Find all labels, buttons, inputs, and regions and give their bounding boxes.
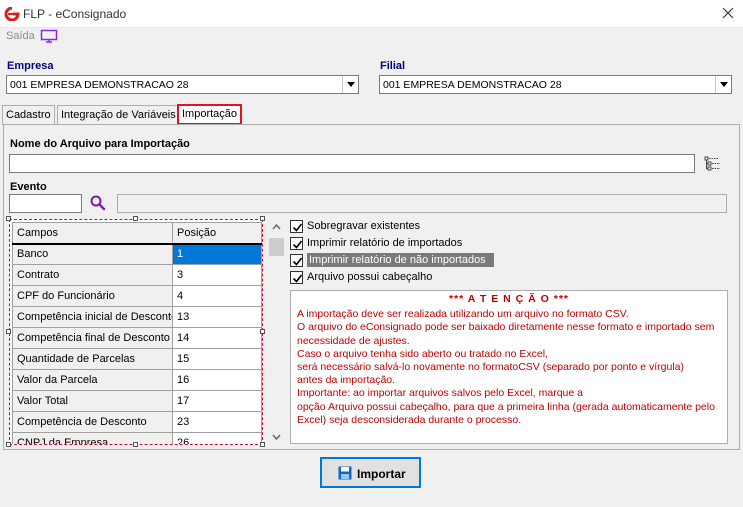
resize-handle[interactable] (6, 329, 11, 334)
window-title: FLP - eConsignado (23, 7, 127, 21)
posicao-cell[interactable]: 3 (172, 264, 262, 286)
campo-cell: Competência inicial de Desconto (12, 306, 173, 328)
posicao-cell[interactable]: 1 (172, 243, 262, 265)
resize-handle[interactable] (133, 216, 138, 221)
campo-cell: Banco (12, 243, 173, 265)
checkbox[interactable] (290, 254, 303, 267)
filial-select[interactable]: 001 EMPRESA DEMONSTRACAO 28 (379, 75, 732, 94)
importar-button[interactable]: Importar (320, 457, 421, 488)
grid-scrollbar[interactable] (268, 219, 285, 445)
app-logo-icon (4, 6, 20, 22)
scrollbar-thumb[interactable] (269, 238, 284, 256)
resize-handle[interactable] (260, 442, 265, 447)
campo-cell: Contrato (12, 264, 173, 286)
resize-handle[interactable] (6, 216, 11, 221)
file-name-input[interactable] (9, 154, 695, 173)
table-row[interactable]: Competência final de Desconto 14 (12, 327, 262, 349)
campo-cell: Competência de Desconto (12, 411, 173, 433)
campo-cell: Competência final de Desconto (12, 327, 173, 349)
checkbox[interactable] (290, 237, 303, 250)
posicao-cell[interactable]: 14 (172, 327, 262, 349)
atencao-notice: *** A T E N Ç Ã O *** A importação deve … (290, 290, 728, 444)
campos-grid[interactable]: Campos Posição Banco 1 Contrato 3 CPF do… (9, 219, 263, 445)
table-row[interactable]: Banco 1 (12, 243, 262, 265)
empresa-label: Empresa (7, 60, 54, 72)
chevron-down-icon[interactable] (342, 76, 358, 93)
tab-integracao-variaveis[interactable]: Integração de Variáveis (57, 105, 180, 125)
chevron-down-icon[interactable] (715, 76, 731, 93)
option-label: Imprimir relatório de importados (307, 237, 463, 249)
atencao-line: Caso o arquivo tenha sido aberto ou trat… (297, 347, 548, 360)
resize-handle[interactable] (260, 329, 265, 334)
file-name-label: Nome do Arquivo para Importação (10, 138, 190, 150)
tab-importacao[interactable]: Importação (177, 104, 243, 125)
folder-browse-icon[interactable] (704, 155, 722, 172)
posicao-cell[interactable]: 17 (172, 390, 262, 412)
checkbox[interactable] (290, 271, 303, 284)
option-label: Sobregravar existentes (307, 220, 421, 232)
evento-label: Evento (10, 181, 47, 193)
campos-table: Campos Posição Banco 1 Contrato 3 CPF do… (12, 222, 262, 444)
campo-cell: Valor da Parcela (12, 369, 173, 391)
tab-cadastro[interactable]: Cadastro (2, 105, 55, 125)
evento-description (117, 194, 727, 213)
filial-value: 001 EMPRESA DEMONSTRACAO 28 (383, 79, 562, 91)
campo-cell: Valor Total (12, 390, 173, 412)
empresa-select[interactable]: 001 EMPRESA DEMONSTRACAO 28 (6, 75, 359, 94)
table-row[interactable]: Quantidade de Parcelas 15 (12, 348, 262, 370)
atencao-line: Importante: ao importar arquivos salvos … (297, 387, 583, 400)
table-row[interactable]: CPF do Funcionário 4 (12, 285, 262, 307)
atencao-line: antes da importação. (297, 374, 396, 387)
column-header-posicao[interactable]: Posição (172, 222, 262, 245)
resize-handle[interactable] (260, 216, 265, 221)
atencao-title: *** A T E N Ç Ã O *** (449, 293, 569, 305)
posicao-cell[interactable]: 13 (172, 306, 262, 328)
table-row[interactable]: Competência inicial de Desconto 13 (12, 306, 262, 328)
close-icon[interactable] (720, 5, 736, 21)
posicao-cell[interactable]: 26 (172, 432, 262, 444)
posicao-cell[interactable]: 23 (172, 411, 262, 433)
campo-cell: CNPJ da Empresa (12, 432, 173, 444)
table-row[interactable]: Competência de Desconto 23 (12, 411, 262, 433)
posicao-cell[interactable]: 16 (172, 369, 262, 391)
atencao-line: opção Arquivo possui cabeçalho, para que… (297, 400, 715, 426)
filial-label: Filial (380, 60, 406, 72)
scroll-down-icon[interactable] (268, 428, 285, 445)
table-header-row: Campos Posição (12, 222, 262, 245)
evento-input[interactable] (9, 194, 82, 213)
option-label: Imprimir relatório de não importados (307, 253, 494, 267)
title-bar: FLP - eConsignado (0, 0, 743, 28)
atencao-line: A importação deve ser realizada utilizan… (297, 308, 629, 321)
table-row[interactable]: Valor Total 17 (12, 390, 262, 412)
option-label: Arquivo possui cabeçalho (307, 271, 433, 283)
atencao-line: O arquivo do eConsignado pode ser baixad… (297, 321, 715, 347)
monitor-icon[interactable] (40, 29, 58, 44)
importar-label: Importar (357, 467, 406, 481)
resize-handle[interactable] (6, 442, 11, 447)
scroll-up-icon[interactable] (268, 219, 285, 236)
column-header-campos[interactable]: Campos (12, 222, 173, 245)
table-row[interactable]: Contrato 3 (12, 264, 262, 286)
menu-saida[interactable]: Saída (6, 30, 35, 42)
posicao-cell[interactable]: 15 (172, 348, 262, 370)
campo-cell: CPF do Funcionário (12, 285, 173, 307)
resize-handle[interactable] (133, 442, 138, 447)
posicao-cell[interactable]: 4 (172, 285, 262, 307)
campo-cell: Quantidade de Parcelas (12, 348, 173, 370)
save-icon (338, 466, 352, 480)
search-icon[interactable] (89, 194, 107, 212)
table-row[interactable]: Valor da Parcela 16 (12, 369, 262, 391)
atencao-line: será necessário salvá-lo novamente no fo… (297, 361, 684, 374)
checkbox[interactable] (290, 220, 303, 233)
empresa-value: 001 EMPRESA DEMONSTRACAO 28 (10, 79, 189, 91)
menu-bar: Saída (0, 28, 743, 46)
